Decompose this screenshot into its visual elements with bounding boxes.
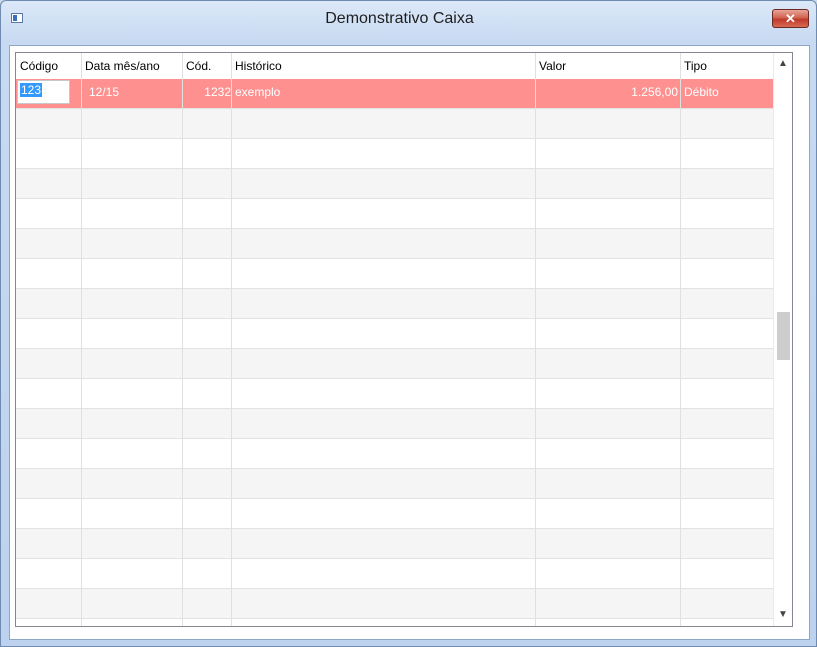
table-row[interactable] — [16, 259, 773, 289]
table-row[interactable] — [16, 439, 773, 469]
historico-cell: exemplo — [235, 85, 281, 99]
data-grid[interactable]: Código Data mês/ano Cód. Histórico Valor… — [15, 52, 793, 627]
table-row[interactable] — [16, 319, 773, 349]
scroll-down-icon[interactable]: ▼ — [774, 606, 792, 623]
codigo-value: 123 — [20, 83, 43, 97]
grid-header: Código Data mês/ano Cód. Histórico Valor… — [16, 53, 773, 80]
tipo-cell: Débito — [684, 85, 719, 99]
column-divider — [81, 53, 82, 626]
scroll-thumb[interactable] — [777, 312, 790, 360]
column-header-data[interactable]: Data mês/ano — [85, 59, 160, 73]
table-row[interactable] — [16, 619, 773, 626]
table-row[interactable] — [16, 109, 773, 139]
table-row[interactable] — [16, 349, 773, 379]
column-header-historico[interactable]: Histórico — [235, 59, 282, 73]
close-button[interactable]: ✕ — [772, 9, 809, 28]
table-row[interactable] — [16, 529, 773, 559]
column-divider — [680, 53, 681, 626]
window-title: Demonstrativo Caixa — [325, 10, 474, 27]
table-row[interactable] — [16, 589, 773, 619]
table-row[interactable] — [16, 229, 773, 259]
table-row[interactable] — [16, 289, 773, 319]
title-bar[interactable]: Demonstrativo Caixa ✕ — [1, 1, 816, 37]
table-row[interactable] — [16, 169, 773, 199]
table-row[interactable] — [16, 469, 773, 499]
table-row[interactable] — [16, 499, 773, 529]
vertical-scrollbar[interactable]: ▲ ▼ — [773, 53, 792, 626]
cod-cell: 1232 — [204, 85, 231, 99]
column-header-tipo[interactable]: Tipo — [684, 59, 707, 73]
table-row[interactable] — [16, 199, 773, 229]
table-row[interactable] — [16, 559, 773, 589]
column-divider — [535, 53, 536, 626]
codigo-edit-field[interactable]: 123 — [17, 80, 70, 104]
table-row[interactable] — [16, 139, 773, 169]
table-row[interactable] — [16, 409, 773, 439]
column-divider — [231, 53, 232, 626]
column-header-valor[interactable]: Valor — [539, 59, 566, 73]
table-row[interactable] — [16, 379, 773, 409]
column-header-cod[interactable]: Cód. — [186, 59, 211, 73]
valor-cell: 1.256,00 — [631, 85, 678, 99]
scroll-up-icon[interactable]: ▲ — [774, 55, 792, 72]
main-window: Demonstrativo Caixa ✕ Código Data mês/an… — [0, 0, 817, 647]
data-cell: 12/15 — [89, 85, 120, 99]
column-divider — [182, 53, 183, 626]
table-row-selected[interactable]: 123 12/15 1232 exemplo 1.256,00 Débito — [16, 79, 773, 109]
column-header-codigo[interactable]: Código — [20, 59, 58, 73]
